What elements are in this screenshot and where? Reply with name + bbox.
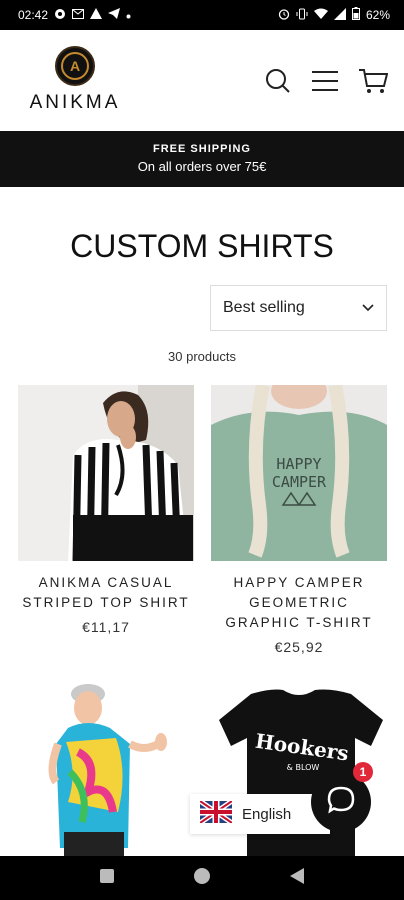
recents-button[interactable] [99, 868, 115, 889]
site-logo[interactable]: A ANIKMA [18, 46, 132, 116]
dot-icon [126, 8, 131, 22]
camper-graphic-line2: CAMPER [272, 473, 327, 491]
home-button[interactable] [193, 867, 211, 890]
alarm-icon [278, 8, 290, 23]
system-nav-bar [0, 856, 404, 900]
logo-mark: A [61, 52, 89, 80]
warning-icon [90, 8, 103, 22]
product-image[interactable] [18, 672, 194, 856]
sort-value: Best selling [223, 299, 305, 316]
product-name[interactable]: ANIKMA CASUAL STRIPED TOP SHIRT [18, 573, 194, 613]
search-icon[interactable] [263, 66, 293, 96]
chat-unread-badge: 1 [353, 762, 373, 782]
status-time: 02:42 [18, 8, 49, 22]
logo-badge: A [55, 46, 95, 86]
product-card[interactable]: HAPPY CAMPER HAPPY CAMPER GEOMETRIC GRAP… [211, 385, 387, 655]
battery-icon [351, 7, 360, 23]
language-selector[interactable]: English [190, 794, 330, 834]
product-count: 30 products [168, 349, 236, 364]
product-card[interactable] [18, 672, 194, 856]
site-header: A ANIKMA [0, 30, 404, 131]
banner-subtitle: On all orders over 75€ [137, 159, 267, 174]
cart-icon[interactable] [358, 66, 388, 96]
product-image[interactable] [18, 385, 194, 561]
back-button[interactable] [289, 867, 305, 890]
product-image[interactable]: HAPPY CAMPER [211, 385, 387, 561]
product-price: €11,17 [82, 619, 130, 635]
sort-select[interactable]: Best selling [210, 285, 387, 331]
product-card[interactable]: ANIKMA CASUAL STRIPED TOP SHIRT €11,17 [18, 385, 194, 635]
chat-bubble-icon [326, 785, 356, 820]
product-name[interactable]: HAPPY CAMPER GEOMETRIC GRAPHIC T-SHIRT [211, 573, 387, 633]
language-label: English [242, 805, 292, 823]
page-title: CUSTOM SHIRTS [70, 228, 334, 264]
menu-icon[interactable] [310, 66, 340, 96]
banner-title: FREE SHIPPING [153, 143, 251, 155]
status-bar: 02:42 62% [0, 0, 404, 30]
vibrate-icon [296, 8, 308, 23]
announcement-banner: FREE SHIPPING On all orders over 75€ [0, 131, 404, 187]
battery-level: 62% [365, 8, 390, 22]
uk-flag-icon [198, 798, 234, 827]
hookers-graphic-line2: & BLOW [287, 763, 320, 772]
signal-icon [333, 7, 346, 23]
wifi-icon [313, 8, 328, 22]
mail-icon [72, 8, 85, 22]
chevron-down-icon [362, 299, 374, 317]
app-notification-icon [54, 8, 66, 23]
camper-graphic-line1: HAPPY [276, 455, 321, 473]
product-price: €25,92 [274, 639, 324, 655]
logo-text: ANIKMA [29, 92, 121, 113]
telegram-icon [108, 8, 121, 22]
